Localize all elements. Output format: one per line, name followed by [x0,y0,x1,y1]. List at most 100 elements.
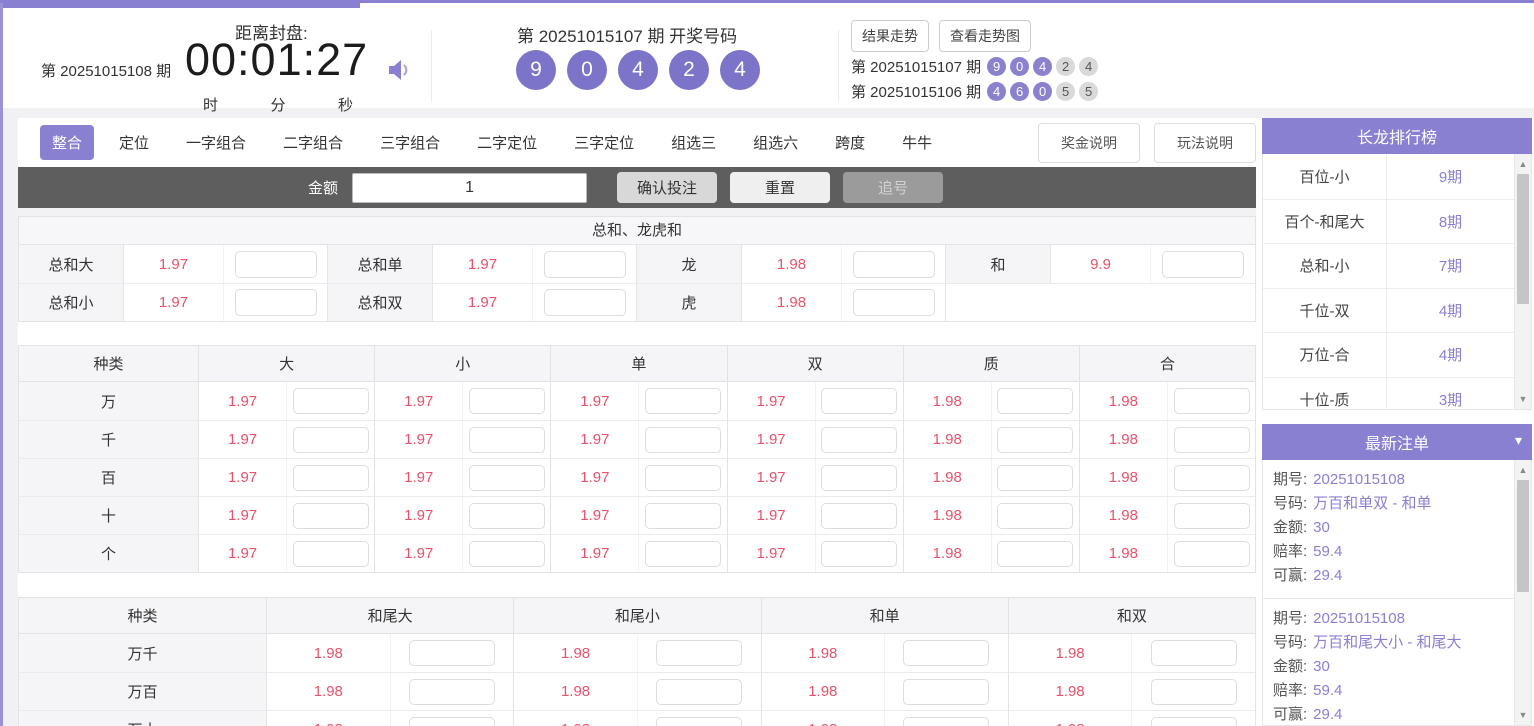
bet-amount-field[interactable] [293,427,369,453]
tab-3[interactable]: 二字组合 [271,125,355,160]
bet-odds[interactable]: 1.97 [199,497,287,534]
speaker-icon[interactable] [385,56,413,84]
confirm-bet-button[interactable]: 确认投注 [617,172,717,203]
bet-odds[interactable]: 1.97 [375,459,463,496]
bet-amount-field[interactable] [645,465,721,491]
bet-amount-field[interactable] [821,465,897,491]
bet-amount-field[interactable] [997,465,1073,491]
bet-amount-field[interactable] [1151,717,1237,726]
bet-amount-field[interactable] [853,251,935,278]
bet-amount-field[interactable] [821,541,897,567]
bet-amount-field[interactable] [409,640,495,666]
bet-amount-field[interactable] [903,679,989,705]
bet-odds[interactable]: 9.9 [1051,245,1151,283]
bet-amount-field[interactable] [235,251,317,278]
bet-amount-field[interactable] [903,640,989,666]
scrollbar[interactable]: ▲▼ [1514,154,1531,409]
bet-odds[interactable]: 1.98 [267,711,391,726]
bet-amount-field[interactable] [1151,640,1237,666]
bet-odds[interactable]: 1.98 [742,284,842,321]
bet-amount-field[interactable] [409,679,495,705]
ranking-row[interactable]: 百位-小9期 [1263,154,1514,199]
bet-odds[interactable]: 1.98 [267,634,391,672]
bet-odds[interactable]: 1.97 [375,382,463,420]
bet-amount-field[interactable] [469,388,545,414]
bet-amount-field[interactable] [293,465,369,491]
bet-amount-field[interactable] [821,427,897,453]
bet-amount-field[interactable] [645,503,721,529]
bet-odds[interactable]: 1.97 [375,535,463,572]
bet-odds[interactable]: 1.97 [728,421,816,458]
bet-amount-field[interactable] [1174,503,1250,529]
scroll-down-icon[interactable]: ▼ [1515,391,1531,407]
bet-amount-field[interactable] [544,251,626,278]
bet-amount-field[interactable] [469,427,545,453]
bet-amount-field[interactable] [1162,251,1244,278]
bet-odds[interactable]: 1.97 [199,459,287,496]
bet-amount-field[interactable] [469,503,545,529]
tab-5[interactable]: 二字定位 [465,125,549,160]
bet-amount-field[interactable] [656,679,742,705]
scroll-up-icon[interactable]: ▲ [1515,156,1531,172]
tab-1[interactable]: 定位 [107,125,161,160]
bet-odds[interactable]: 1.98 [514,673,638,710]
tab-0[interactable]: 整合 [40,125,94,160]
bet-amount-field[interactable] [997,427,1073,453]
bet-amount-field[interactable] [1151,679,1237,705]
bet-odds[interactable]: 1.97 [728,382,816,420]
bet-amount-field[interactable] [997,541,1073,567]
bet-amount-field[interactable] [1174,465,1250,491]
bet-amount-field[interactable] [997,503,1073,529]
ranking-row[interactable]: 千位-双4期 [1263,288,1514,333]
scroll-up-icon[interactable]: ▲ [1515,462,1531,478]
trend-chart-button[interactable]: 查看走势图 [939,20,1031,52]
bet-amount-field[interactable] [853,289,935,316]
bet-amount-field[interactable] [293,541,369,567]
bet-amount-field[interactable] [821,388,897,414]
bet-odds[interactable]: 1.97 [124,245,224,283]
ranking-row[interactable]: 万位-合4期 [1263,332,1514,377]
bet-odds[interactable]: 1.97 [199,421,287,458]
bet-odds[interactable]: 1.98 [762,711,886,726]
bet-amount-field[interactable] [1174,541,1250,567]
bet-odds[interactable]: 1.97 [551,497,639,534]
bet-amount-field[interactable] [656,717,742,726]
bet-odds[interactable]: 1.98 [1080,382,1168,420]
bet-odds[interactable]: 1.98 [267,673,391,710]
bet-odds[interactable]: 1.97 [433,245,533,283]
bet-odds[interactable]: 1.97 [728,497,816,534]
bet-amount-field[interactable] [903,717,989,726]
bet-odds[interactable]: 1.97 [199,382,287,420]
ranking-row[interactable]: 总和-小7期 [1263,243,1514,288]
bet-amount-field[interactable] [645,388,721,414]
bet-amount-field[interactable] [544,289,626,316]
bet-odds[interactable]: 1.98 [1080,459,1168,496]
scrollbar[interactable]: ▲▼ [1514,460,1531,725]
scroll-down-icon[interactable]: ▼ [1515,707,1531,723]
caret-down-icon[interactable]: ▾ [1515,432,1522,449]
ranking-row[interactable]: 百个-和尾大8期 [1263,199,1514,244]
reset-button[interactable]: 重置 [730,172,830,203]
bet-odds[interactable]: 1.98 [904,459,992,496]
bet-amount-field[interactable] [293,503,369,529]
bet-odds[interactable]: 1.98 [1009,673,1133,710]
bet-amount-field[interactable] [656,640,742,666]
trend-results-button[interactable]: 结果走势 [851,20,929,52]
bet-odds[interactable]: 1.97 [375,421,463,458]
chase-number-button[interactable]: 追号 [843,172,943,203]
play-rules-button[interactable]: 玩法说明 [1154,123,1256,163]
scrollbar-thumb[interactable] [1517,480,1529,592]
bet-odds[interactable]: 1.98 [742,245,842,283]
bet-amount-field[interactable] [469,541,545,567]
bet-odds[interactable]: 1.97 [375,497,463,534]
bet-odds[interactable]: 1.97 [433,284,533,321]
bet-odds[interactable]: 1.98 [904,382,992,420]
bet-odds[interactable]: 1.98 [762,673,886,710]
bet-amount-field[interactable] [235,289,317,316]
tab-6[interactable]: 三字定位 [562,125,646,160]
bet-odds[interactable]: 1.98 [1080,535,1168,572]
bet-amount-field[interactable] [469,465,545,491]
bet-odds[interactable]: 1.98 [1009,634,1133,672]
bet-odds[interactable]: 1.97 [728,459,816,496]
tab-7[interactable]: 组选三 [659,125,728,160]
